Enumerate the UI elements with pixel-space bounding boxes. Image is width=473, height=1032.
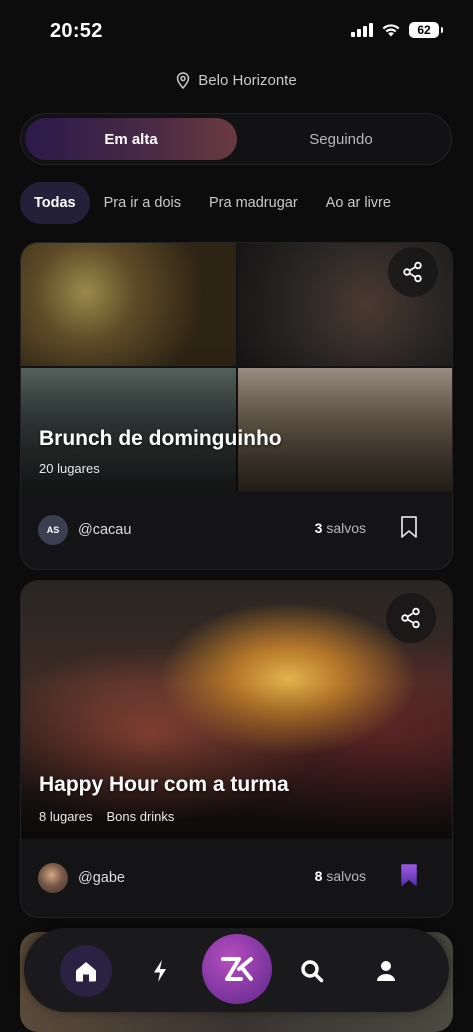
chip-todas[interactable]: Todas — [20, 182, 90, 224]
author[interactable]: @gabe — [38, 863, 125, 893]
card-meta: 20 lugares — [39, 461, 100, 476]
location-label: Belo Horizonte — [198, 72, 297, 89]
share-button[interactable] — [386, 593, 436, 643]
share-button[interactable] — [388, 247, 438, 297]
card-footer: AS @cacau 3 salvos — [21, 491, 452, 569]
chip-ao-ar-livre[interactable]: Ao ar livre — [312, 182, 405, 224]
card-title: Happy Hour com a turma — [39, 773, 289, 796]
tab-app-logo[interactable] — [202, 934, 272, 1004]
tab-seguindo[interactable]: Seguindo — [235, 118, 447, 160]
bookmark-button[interactable] — [400, 863, 418, 892]
bookmark-icon — [401, 516, 417, 538]
saves-count: 8 salvos — [315, 868, 366, 884]
status-bar: 20:52 62 — [0, 0, 473, 62]
card-meta: 8 lugares Bons drinks — [39, 809, 174, 824]
tag-label: Bons drinks — [106, 809, 175, 824]
list-card[interactable]: Brunch de dominguinho 20 lugares AS @cac… — [20, 242, 453, 570]
avatar: AS — [38, 515, 68, 545]
status-time: 20:52 — [50, 20, 103, 42]
share-icon — [401, 607, 420, 629]
location-selector[interactable]: Belo Horizonte — [0, 72, 473, 89]
author-handle: @gabe — [78, 870, 125, 886]
tab-search[interactable] — [286, 945, 338, 997]
saves-label: salvos — [326, 520, 366, 536]
search-icon — [301, 960, 324, 983]
tab-profile[interactable] — [360, 945, 412, 997]
card-footer: @gabe 8 salvos — [21, 839, 452, 917]
category-chips: Todas Pra ir a dois Pra madrugar Ao ar l… — [20, 182, 405, 224]
location-pin-icon — [177, 72, 190, 89]
tab-trending[interactable] — [134, 945, 186, 997]
saves-number: 3 — [314, 520, 323, 536]
feed-segmented-control: Em alta Seguindo — [20, 113, 452, 165]
wifi-icon — [382, 23, 400, 36]
author[interactable]: AS @cacau — [38, 515, 131, 545]
battery-indicator: 62 — [409, 22, 443, 38]
bolt-icon — [154, 960, 166, 982]
profile-icon — [377, 961, 395, 981]
tab-home[interactable] — [60, 945, 112, 997]
saves-count: 3 salvos — [315, 520, 366, 536]
share-icon — [403, 261, 422, 283]
chip-pra-ir-a-dois[interactable]: Pra ir a dois — [90, 182, 195, 224]
avatar — [38, 863, 68, 893]
card-title: Brunch de dominguinho — [39, 427, 282, 450]
saves-label: salvos — [326, 868, 366, 884]
bottom-tab-bar — [24, 928, 449, 1012]
signal-icon — [351, 23, 373, 37]
battery-level: 62 — [417, 23, 431, 37]
places-count: 20 lugares — [39, 461, 100, 476]
bookmark-filled-icon — [401, 864, 417, 886]
chip-pra-madrugar[interactable]: Pra madrugar — [195, 182, 312, 224]
card-cover: Happy Hour com a turma 8 lugares Bons dr… — [21, 581, 452, 839]
bookmark-button[interactable] — [400, 515, 418, 544]
home-icon — [76, 962, 96, 982]
author-handle: @cacau — [78, 522, 132, 538]
places-count: 8 lugares — [39, 809, 93, 824]
app-logo-icon — [221, 957, 253, 981]
list-card[interactable]: Happy Hour com a turma 8 lugares Bons dr… — [20, 580, 453, 918]
saves-number: 8 — [314, 868, 323, 884]
status-icons: 62 — [351, 22, 443, 38]
card-cover: Brunch de dominguinho 20 lugares — [21, 243, 452, 491]
tab-em-alta[interactable]: Em alta — [25, 118, 237, 160]
